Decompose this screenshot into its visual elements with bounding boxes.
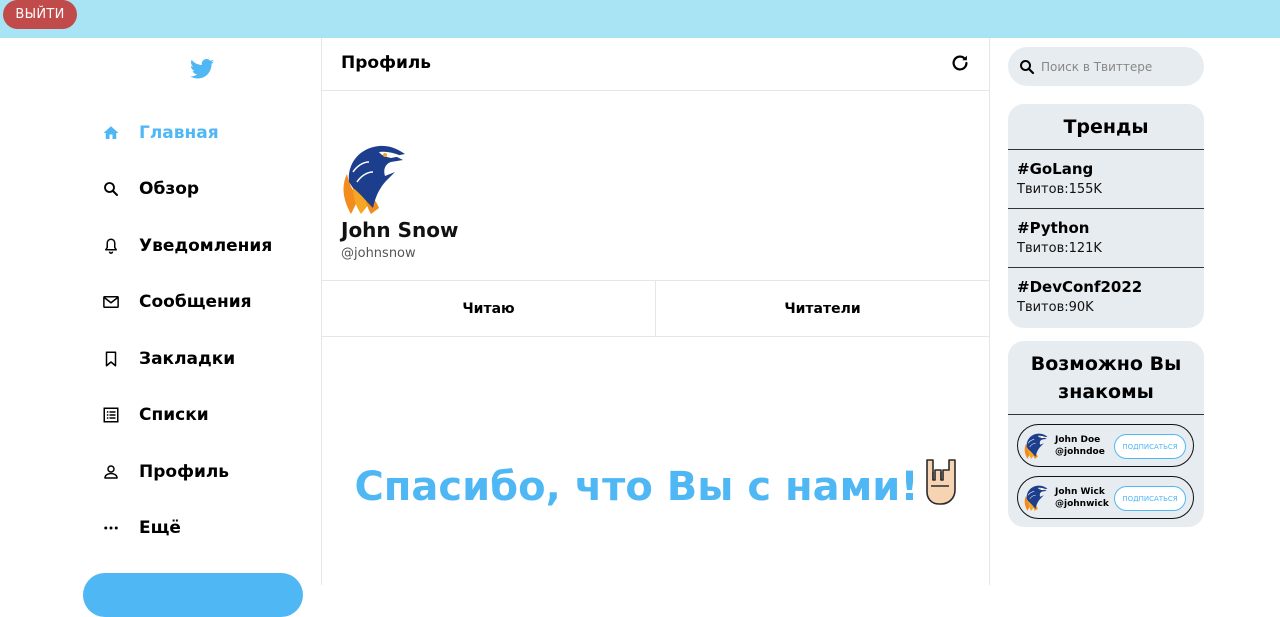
- user-handle: @johnwick: [1055, 498, 1109, 509]
- user-handle: @johndoe: [1055, 446, 1105, 457]
- main-header: Профиль: [322, 38, 989, 91]
- more-icon: [100, 517, 122, 539]
- sidebar-item-profile[interactable]: Профиль: [100, 457, 229, 487]
- user-name: John Wick: [1055, 486, 1105, 497]
- sidebar-item-notifications[interactable]: Уведомления: [100, 231, 272, 261]
- trend-item[interactable]: #GoLang Твитов:155K: [1008, 150, 1204, 209]
- sidebar-item-explore[interactable]: Обзор: [100, 174, 199, 204]
- follow-button[interactable]: ПОДПИСАТЬСЯ: [1114, 486, 1186, 511]
- trend-item[interactable]: #DevConf2022 Твитов:90K: [1008, 268, 1204, 327]
- user-card: John Wick @johnwick ПОДПИСАТЬСЯ: [1017, 476, 1194, 519]
- trend-count: Твитов:155K: [1017, 182, 1102, 197]
- search-icon: [1020, 59, 1035, 74]
- sidebar-item-more[interactable]: Ещё: [100, 513, 181, 543]
- who-to-follow-panel: Возможно Вы знакомы John Doe @johndoe ПО…: [1008, 341, 1204, 527]
- home-icon: [100, 122, 122, 144]
- logout-button[interactable]: ВЫЙТИ: [3, 0, 77, 29]
- user-name: John Doe: [1055, 434, 1101, 445]
- tab-followers[interactable]: Читатели: [655, 281, 989, 336]
- search-icon: [100, 178, 122, 200]
- trend-count: Твитов:121K: [1017, 241, 1102, 256]
- sidebar-item-label: Главная: [139, 123, 219, 143]
- twitter-bird-icon[interactable]: [190, 58, 214, 80]
- avatar: [1023, 484, 1049, 511]
- search-box[interactable]: [1008, 47, 1204, 86]
- user-info: John Wick @johnwick: [1055, 486, 1115, 510]
- follow-button[interactable]: ПОДПИСАТЬСЯ: [1114, 434, 1186, 459]
- rock-hand-icon: [925, 459, 956, 505]
- page-title: Профиль: [341, 53, 432, 73]
- profile-avatar: [339, 142, 409, 214]
- sidebar-item-label: Сообщения: [139, 292, 252, 312]
- bell-icon: [100, 235, 122, 257]
- profile-tabs: Читаю Читатели: [322, 280, 989, 337]
- trends-panel: Тренды #GoLang Твитов:155K #Python Твито…: [1008, 104, 1204, 328]
- sidebar-item-lists[interactable]: Списки: [100, 400, 209, 430]
- tab-following[interactable]: Читаю: [322, 281, 655, 336]
- sidebar: Главная Обзор Уведомления Сообщения Закл…: [0, 38, 322, 617]
- sidebar-item-label: Ещё: [139, 518, 181, 538]
- avatar: [1023, 432, 1049, 459]
- sidebar-item-label: Обзор: [139, 179, 200, 199]
- sidebar-item-label: Профиль: [139, 462, 230, 482]
- sidebar-item-label: Уведомления: [139, 236, 273, 256]
- sidebar-item-bookmarks[interactable]: Закладки: [100, 344, 235, 374]
- tweet-button[interactable]: [83, 573, 303, 617]
- profile-handle: @johnsnow: [341, 246, 416, 261]
- sidebar-item-label: Списки: [139, 405, 209, 425]
- user-info: John Doe @johndoe: [1055, 434, 1115, 458]
- thanks-text: Спасибо, что Вы с нами!: [354, 464, 919, 510]
- trend-tag: #GoLang: [1017, 160, 1094, 178]
- trend-item[interactable]: #Python Твитов:121K: [1008, 209, 1204, 268]
- sidebar-item-label: Закладки: [139, 349, 236, 369]
- bookmark-icon: [100, 348, 122, 370]
- who-to-follow-title: Возможно Вы знакомы: [1008, 341, 1204, 415]
- top-bar: ВЫЙТИ: [0, 0, 1280, 38]
- person-icon: [100, 461, 122, 483]
- profile-name: John Snow: [341, 218, 459, 242]
- trends-title: Тренды: [1008, 104, 1204, 150]
- mail-icon: [100, 291, 122, 313]
- trend-tag: #Python: [1017, 219, 1090, 237]
- sidebar-item-home[interactable]: Главная: [100, 118, 219, 148]
- thanks-message: Спасибо, что Вы с нами!: [322, 456, 989, 510]
- main-column: Профиль John Snow @johnsnow Читаю Читате…: [322, 38, 990, 585]
- sidebar-item-messages[interactable]: Сообщения: [100, 287, 252, 317]
- refresh-icon[interactable]: [949, 52, 971, 74]
- user-card: John Doe @johndoe ПОДПИСАТЬСЯ: [1017, 424, 1194, 467]
- search-input[interactable]: [1041, 59, 1191, 74]
- trend-count: Твитов:90K: [1017, 300, 1094, 315]
- trend-tag: #DevConf2022: [1017, 278, 1143, 296]
- list-icon: [100, 404, 122, 426]
